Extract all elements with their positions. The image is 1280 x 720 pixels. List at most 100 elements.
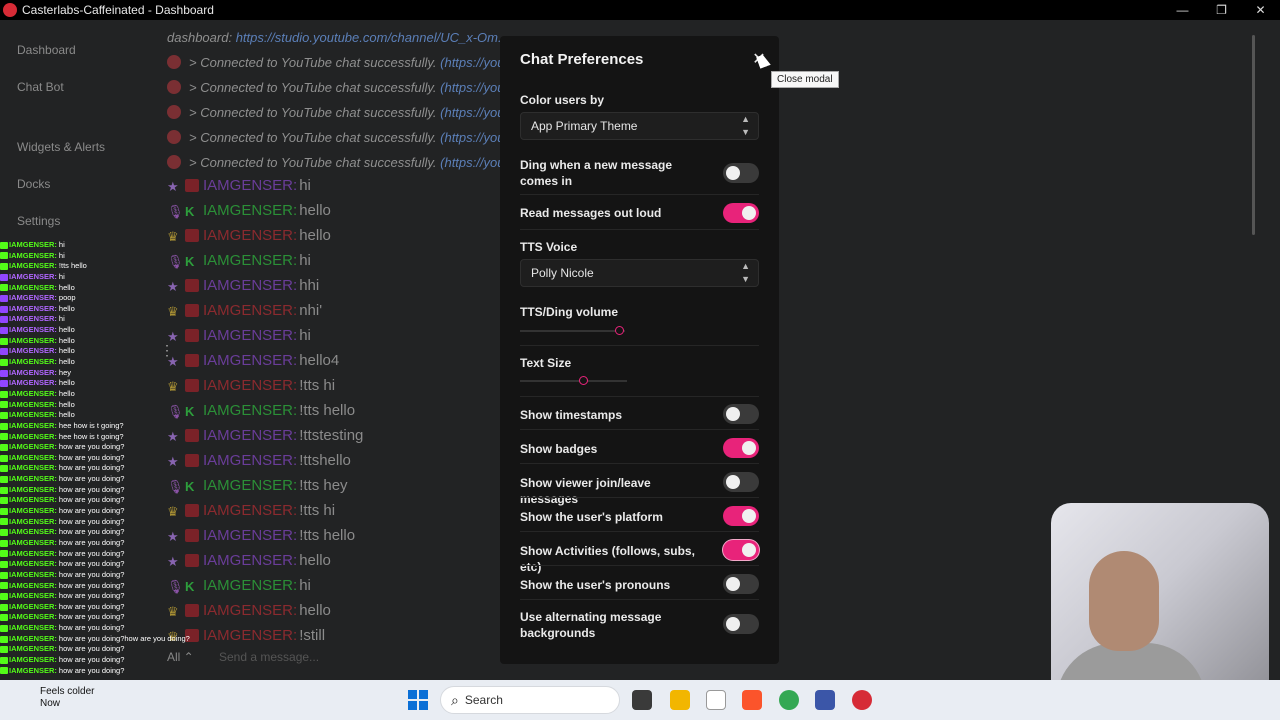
message-text: !tts hey — [299, 477, 348, 494]
chat-scrollbar[interactable] — [1252, 35, 1255, 235]
toggle-knob — [742, 206, 756, 220]
overlay-message: IAMGENSER: how are you doing? — [0, 442, 230, 453]
show-timestamps-toggle[interactable] — [723, 404, 759, 424]
message-text: hello — [299, 202, 331, 219]
toggle-knob — [742, 441, 756, 455]
minimize-button[interactable]: — — [1163, 0, 1202, 20]
app-icon[interactable] — [815, 690, 835, 710]
overlay-text: !tts hello — [58, 261, 87, 271]
overlay-text: hee how is t going? — [58, 420, 124, 430]
text-size-slider-track[interactable] — [520, 380, 627, 382]
sidebar-item-widgets-alerts[interactable]: Widgets & Alerts — [17, 140, 105, 154]
kick-icon — [0, 529, 8, 537]
tts-voice-select[interactable]: Polly Nicole ▲ ▼ — [520, 259, 759, 287]
kick-icon — [0, 358, 8, 366]
kick-icon — [0, 454, 8, 462]
brave-browser-icon[interactable] — [742, 690, 762, 710]
window-close-button[interactable]: ✕ — [1241, 0, 1280, 20]
webcam-person-head — [1089, 551, 1159, 651]
overlay-username: IAMGENSER: — [9, 388, 57, 398]
overlay-text: how are you doing? — [58, 644, 125, 654]
message-text: hello — [299, 227, 331, 244]
sidebar-item-settings[interactable]: Settings — [17, 214, 60, 228]
overlay-message: IAMGENSER: hi — [0, 314, 230, 325]
show-activities-follows-subs-etc-toggle[interactable] — [723, 540, 759, 560]
overlay-text: how are you doing? — [58, 516, 125, 526]
kick-icon — [0, 486, 8, 494]
notice-link[interactable]: (https://you — [440, 130, 504, 145]
overlay-message: IAMGENSER: how are you doing? — [0, 549, 230, 560]
chat-header-link[interactable]: https://studio.youtube.com/channel/UC_x-… — [236, 30, 509, 45]
use-alternating-message-backgrounds-toggle[interactable] — [723, 614, 759, 634]
restore-button[interactable]: ❐ — [1202, 0, 1241, 20]
overlay-message: IAMGENSER: how are you doing? — [0, 527, 230, 538]
chat-message-input[interactable]: Send a message... — [219, 650, 319, 664]
sidebar-item-dashboard[interactable]: Dashboard — [17, 43, 76, 57]
task-view-icon[interactable] — [632, 690, 652, 710]
ding-when-a-new-message-comes-in-toggle[interactable] — [723, 163, 759, 183]
divider — [520, 194, 759, 195]
overlay-username: IAMGENSER: — [9, 537, 57, 547]
sidebar-item-docks[interactable]: Docks — [17, 177, 50, 191]
toggle-knob — [726, 166, 740, 180]
read-messages-out-loud-label: Read messages out loud — [520, 206, 662, 220]
read-messages-out-loud-toggle[interactable] — [723, 203, 759, 223]
volume-slider-track[interactable] — [520, 330, 625, 332]
notice-link[interactable]: (https://you — [440, 155, 504, 170]
tts-voice-label: TTS Voice — [520, 240, 578, 254]
casterlabs-taskbar-icon[interactable] — [852, 690, 872, 710]
overlay-message: IAMGENSER: how are you doing? — [0, 463, 230, 474]
overlay-message: IAMGENSER: hello — [0, 336, 230, 347]
text-size-slider-thumb[interactable] — [579, 376, 589, 385]
overlay-text: how are you doing? — [58, 527, 125, 537]
chat-header-line: dashboard: https://studio.youtube.com/ch… — [167, 30, 509, 45]
message-username[interactable]: IAMGENSER: — [203, 177, 297, 194]
notepad-icon[interactable] — [706, 690, 726, 710]
show-badges-toggle[interactable] — [723, 438, 759, 458]
message-text: hello4 — [299, 352, 340, 369]
kick-icon — [0, 263, 8, 271]
youtube-status-icon — [167, 55, 181, 69]
show-viewer-join-leave-messages-toggle[interactable] — [723, 472, 759, 492]
chrome-icon[interactable] — [779, 690, 799, 710]
overlay-message: IAMGENSER: how are you doing? — [0, 602, 230, 613]
file-explorer-icon[interactable] — [670, 690, 690, 710]
kick-icon — [0, 465, 8, 473]
notice-link[interactable]: (https://you — [440, 80, 504, 95]
overlay-username: IAMGENSER: — [9, 240, 57, 249]
show-the-user-s-pronouns-toggle[interactable] — [723, 574, 759, 594]
overlay-message: IAMGENSER: how are you doing? — [0, 474, 230, 485]
overlay-text: how are you doing? — [58, 463, 125, 473]
use-alternating-message-backgrounds-label: Use alternating message backgrounds — [520, 610, 662, 640]
divider — [520, 396, 759, 397]
ding-when-a-new-message-comes-in-label: Ding when a new message comes in — [520, 158, 673, 188]
star-badge-icon: ★ — [167, 179, 179, 194]
notice-link[interactable]: (https://you — [440, 105, 504, 120]
weather-widget[interactable]: Feels colder Now — [40, 686, 94, 710]
chevron-updown-icon: ▲ ▼ — [741, 261, 750, 284]
twitch-icon — [0, 295, 8, 303]
message-username[interactable]: IAMGENSER: — [203, 202, 297, 219]
overlay-message: IAMGENSER: how are you doing?how are you … — [0, 634, 230, 645]
color-users-select[interactable]: App Primary Theme ▲ ▼ — [520, 112, 759, 140]
notice-link[interactable]: (https://you — [440, 55, 504, 70]
kick-icon — [0, 443, 8, 451]
overlay-username: IAMGENSER: — [9, 420, 57, 430]
overlay-text: how are you doing? — [58, 452, 125, 462]
overlay-message: IAMGENSER: how are you doing? — [0, 517, 230, 528]
sidebar-item-chat-bot[interactable]: Chat Bot — [17, 80, 64, 94]
kick-icon — [0, 635, 8, 643]
volume-slider-thumb[interactable] — [614, 326, 624, 335]
windows-start-icon[interactable] — [408, 690, 428, 710]
show-the-user-s-platform-toggle[interactable] — [723, 506, 759, 526]
show-timestamps-label: Show timestamps — [520, 408, 623, 422]
chat-notice: > Connected to YouTube chat successfully… — [167, 80, 504, 95]
overlay-message: IAMGENSER: how are you doing? — [0, 506, 230, 517]
mic-badge-icon: 🎙 — [167, 204, 184, 219]
volume-label: TTS/Ding volume — [520, 305, 619, 319]
chat-preferences-modal: Chat Preferences ✕ Color users by App Pr… — [500, 36, 779, 664]
color-users-value: App Primary Theme — [531, 119, 638, 133]
taskbar-search[interactable]: ⌕ Search — [440, 686, 620, 714]
overlay-username: IAMGENSER: — [9, 484, 57, 494]
overlay-message: IAMGENSER: hello — [0, 378, 230, 389]
